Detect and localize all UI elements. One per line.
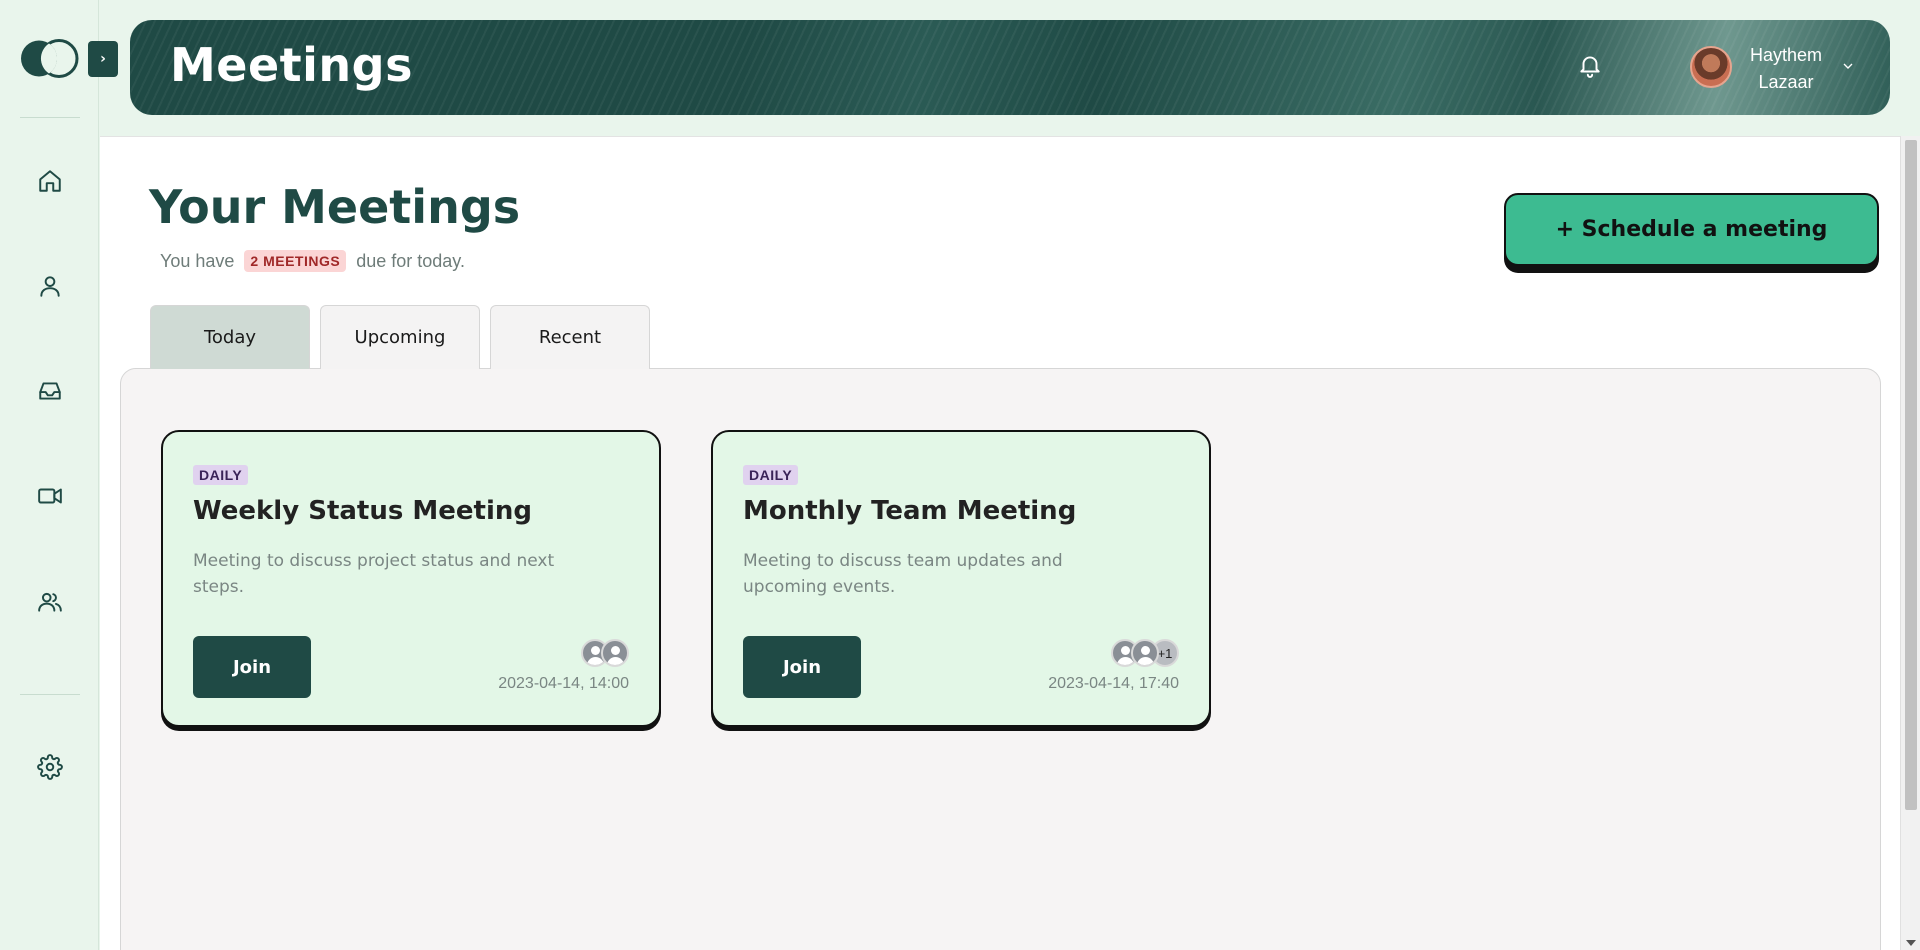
meeting-description: Meeting to discuss project status and ne…: [193, 551, 555, 597]
participants: [581, 639, 629, 669]
meeting-card: DAILY Weekly Status Meeting Meeting to d…: [161, 430, 661, 727]
page-title: Meetings: [170, 38, 413, 92]
meeting-count-badge: 2 MEETINGS: [244, 250, 347, 272]
meetings-summary: You have 2 MEETINGS due for today.: [160, 250, 465, 272]
scroll-down-arrow[interactable]: [1906, 940, 1916, 946]
meeting-card: DAILY Monthly Team Meeting Meeting to di…: [711, 430, 1211, 727]
tab-recent[interactable]: Recent: [490, 305, 650, 369]
avatar[interactable]: [1690, 46, 1732, 88]
participant-avatar-icon: [601, 639, 629, 667]
user-icon[interactable]: [34, 270, 66, 302]
meeting-datetime: 2023-04-14, 14:00: [498, 675, 629, 692]
join-button[interactable]: Join: [193, 636, 311, 698]
users-icon[interactable]: [34, 586, 66, 618]
tab-today[interactable]: Today: [150, 305, 310, 369]
summary-suffix: due for today.: [356, 250, 465, 271]
participants: +1: [1111, 639, 1179, 669]
frequency-badge: DAILY: [193, 465, 249, 485]
participant-avatar-icon: [1131, 639, 1159, 667]
frequency-badge: DAILY: [743, 465, 799, 485]
sidebar-expand-button[interactable]: ›: [88, 41, 118, 77]
video-icon[interactable]: [34, 480, 66, 512]
meeting-title: Monthly Team Meeting: [743, 496, 1077, 526]
scrollbar-thumb[interactable]: [1905, 140, 1917, 810]
sidebar-divider: [20, 117, 80, 118]
bell-icon[interactable]: [1577, 52, 1607, 82]
user-last-name: Lazaar: [1758, 72, 1814, 92]
inbox-icon[interactable]: [34, 375, 66, 407]
sidebar: [0, 0, 99, 950]
logo: [20, 39, 80, 78]
user-first-name: Haythem: [1749, 45, 1823, 65]
tab-upcoming[interactable]: Upcoming: [320, 305, 480, 369]
join-button[interactable]: Join: [743, 636, 861, 698]
meeting-datetime: 2023-04-14, 17:40: [1048, 675, 1179, 692]
scrollbar[interactable]: [1900, 136, 1920, 950]
meeting-title: Weekly Status Meeting: [193, 496, 532, 526]
meetings-heading: Your Meetings: [149, 180, 521, 234]
gear-icon[interactable]: [34, 751, 66, 783]
summary-prefix: You have: [160, 250, 235, 271]
schedule-meeting-button[interactable]: + Schedule a meeting: [1504, 193, 1879, 266]
home-icon[interactable]: [34, 165, 66, 197]
chevron-down-icon[interactable]: [1840, 58, 1860, 78]
meeting-description: Meeting to discuss team updates and upco…: [743, 551, 1063, 597]
page-header: Meetings Haythem Lazaar: [130, 20, 1890, 115]
user-name[interactable]: Haythem Lazaar: [1736, 42, 1836, 96]
sidebar-divider: [20, 694, 80, 695]
